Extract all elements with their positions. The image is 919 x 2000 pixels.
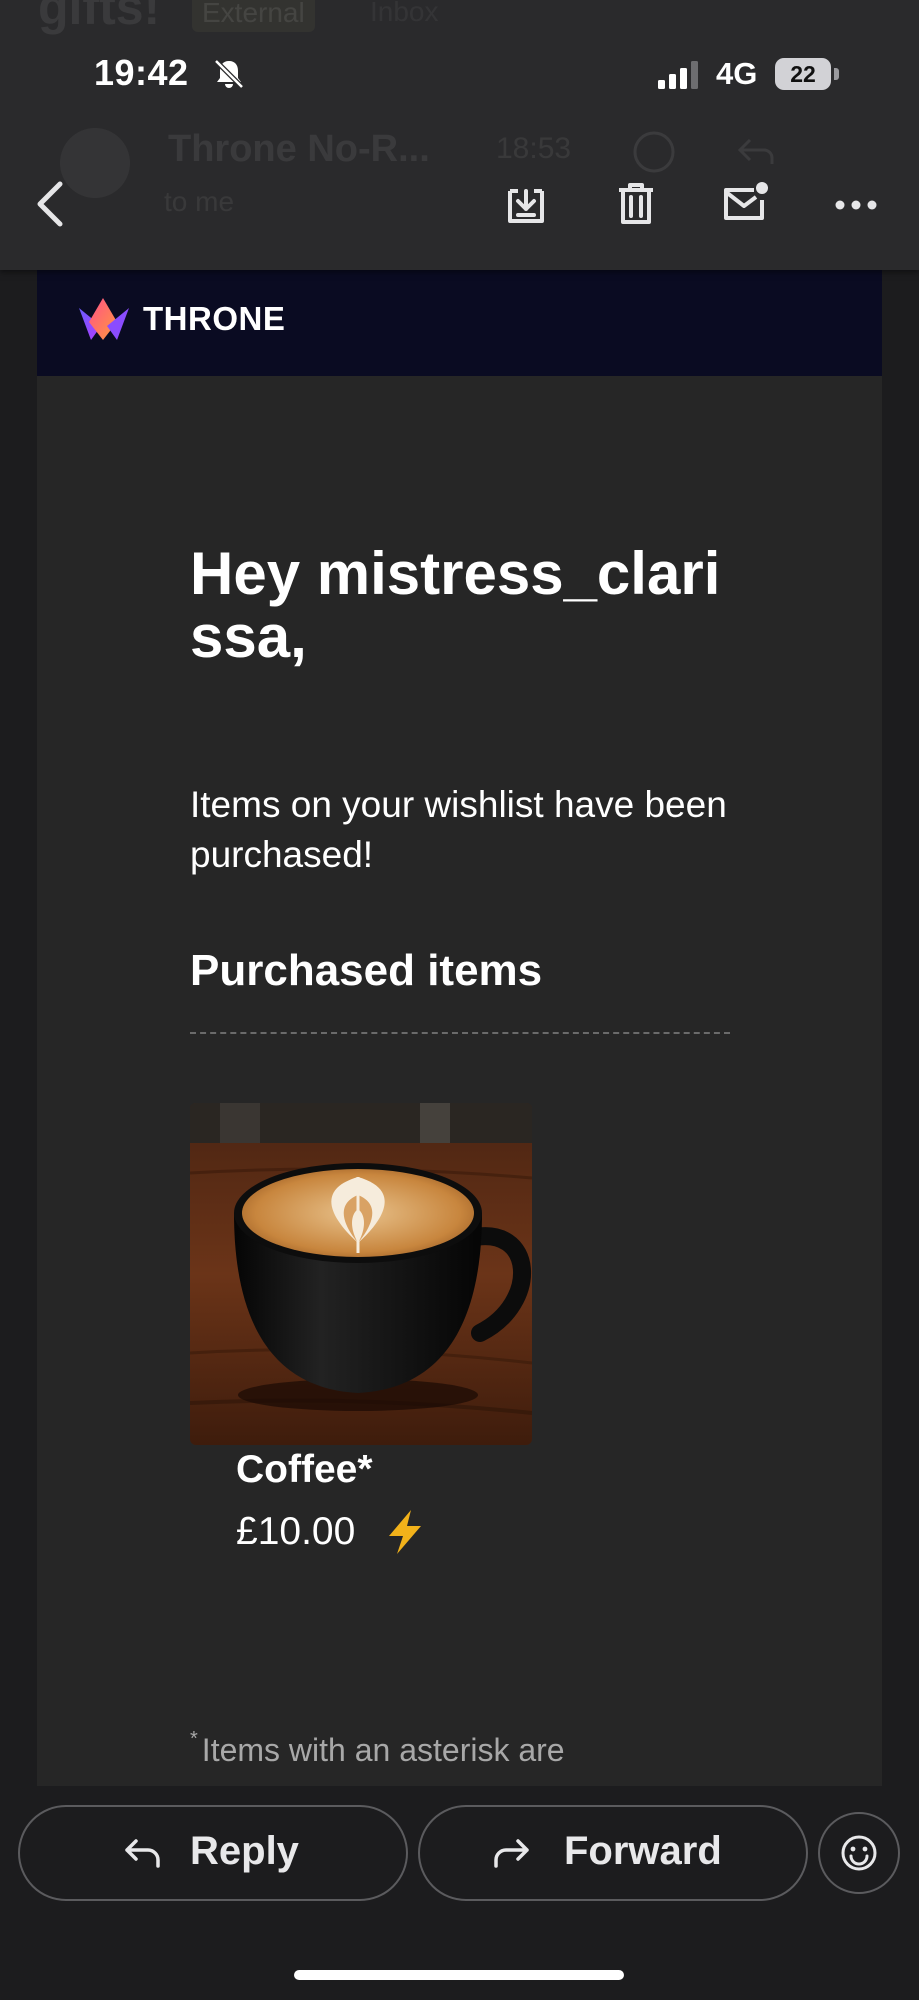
crown-logo-icon xyxy=(79,298,129,340)
greeting-heading: Hey mistress_clarissa, xyxy=(190,540,721,670)
footnote-text: * Items with an asterisk are xyxy=(190,1728,565,1769)
trash-icon[interactable] xyxy=(616,181,656,227)
forward-label: Forward xyxy=(564,1829,722,1873)
email-body: THRONE Hey mistress_clarissa, Items on y… xyxy=(37,270,882,1786)
mark-unread-icon[interactable] xyxy=(722,180,770,226)
battery-tip xyxy=(834,68,839,80)
bell-off-icon xyxy=(214,59,244,89)
more-icon[interactable] xyxy=(834,194,878,216)
background-reply-icon xyxy=(737,138,774,164)
back-icon[interactable] xyxy=(30,178,74,230)
network-label: 4G xyxy=(716,56,758,91)
background-emoji-icon xyxy=(633,131,675,173)
home-indicator[interactable] xyxy=(294,1970,624,1980)
reply-icon xyxy=(125,1839,160,1868)
forward-icon xyxy=(494,1839,529,1868)
background-subject: gifts! xyxy=(38,0,161,35)
background-external-badge: External xyxy=(192,0,315,32)
dashed-divider xyxy=(190,1032,730,1034)
forward-button[interactable]: Forward xyxy=(418,1805,808,1901)
background-label: Inbox xyxy=(370,0,439,27)
section-title: Purchased items xyxy=(190,946,543,995)
top-bar: gifts! External Inbox Throne No-R... 18:… xyxy=(0,0,919,270)
brand-header: THRONE xyxy=(37,270,882,376)
lightning-bolt-icon xyxy=(389,1510,421,1554)
product-price: £10.00 xyxy=(236,1510,356,1553)
brand-name: THRONE xyxy=(143,300,286,337)
intro-text: Items on your wishlist have been purchas… xyxy=(190,784,727,875)
background-recipient: to me xyxy=(164,186,235,217)
product-name: Coffee* xyxy=(236,1448,373,1491)
footnote-label: Items with an asterisk are xyxy=(201,1732,565,1768)
battery-indicator: 22 xyxy=(775,58,831,90)
reply-button[interactable]: Reply xyxy=(18,1805,408,1901)
coffee-product-image[interactable] xyxy=(190,1103,532,1445)
reply-label: Reply xyxy=(190,1829,299,1873)
background-time: 18:53 xyxy=(496,132,572,165)
background-sender: Throne No-R... xyxy=(168,128,430,170)
signal-icon xyxy=(658,61,698,89)
smiley-icon xyxy=(841,1835,877,1871)
archive-icon[interactable] xyxy=(504,183,548,227)
status-time: 19:42 xyxy=(94,52,189,93)
footnote-marker: * xyxy=(190,1728,198,1750)
emoji-reaction-button[interactable] xyxy=(818,1812,900,1894)
